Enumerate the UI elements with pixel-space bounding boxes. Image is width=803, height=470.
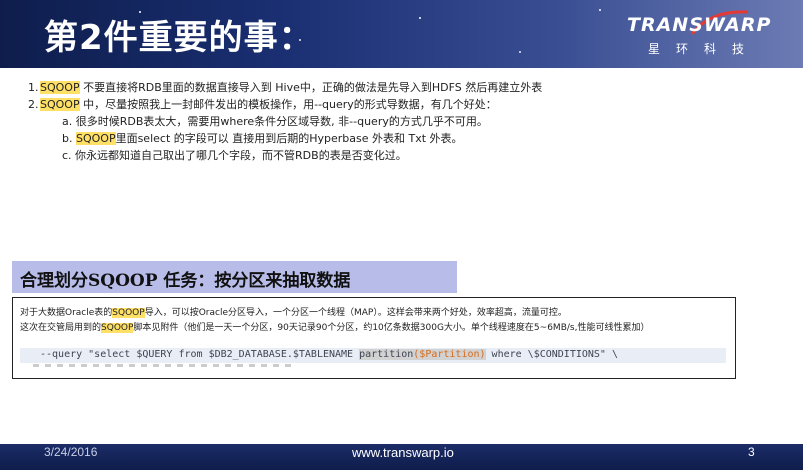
highlighted-term: SQOOP bbox=[101, 323, 134, 333]
code-keyword: partition bbox=[359, 349, 414, 360]
sub-list-item: a. 很多时候RDB表太大，需要用where条件分区域导数, 非--query的… bbox=[62, 115, 488, 128]
slide-title: 第2件重要的事： bbox=[44, 18, 314, 58]
code-variable: ($Partition) bbox=[413, 349, 486, 360]
brand-logo-subtitle: 星环科技 bbox=[648, 42, 761, 56]
highlighted-term: SQOOP bbox=[75, 132, 116, 145]
page-number: 3 bbox=[748, 445, 755, 459]
highlighted-term: SQOOP bbox=[40, 98, 80, 111]
list-item: 2. SQOOP 中，尽量按照我上一封邮件发出的模板操作，用--query的形式导… bbox=[28, 98, 497, 111]
highlighted-term: SQOOP bbox=[40, 81, 80, 94]
footer-url: www.transwarp.io bbox=[352, 445, 454, 460]
sub-list-item: b. SQOOP里面select 的字段可以 直接用到后期的Hyperbase … bbox=[62, 132, 463, 145]
list-item: 1. SQOOP 不要直接将RDB里面的数据直接导入到 Hive中，正确的做法是先… bbox=[28, 81, 543, 94]
section-heading: 合理划分SQOOP 任务：按分区来抽取数据 bbox=[12, 261, 457, 293]
cropped-line-remnant bbox=[33, 364, 293, 367]
key-points-list: 1. SQOOP 不要直接将RDB里面的数据直接导入到 Hive中，正确的做法是先… bbox=[28, 79, 788, 164]
embedded-screenshot: 对于大数据Oracle表的SQOOP导入，可以按Oracle分区导入，一个分区一… bbox=[12, 297, 736, 379]
sub-list-item: c. 你永远都知道自己取出了哪几个字段，而不管RDB的表是否变化过。 bbox=[62, 149, 407, 162]
slide-date: 3/24/2016 bbox=[44, 445, 98, 459]
embed-text-line: 这次在交管局用到的SQOOP脚本见附件（他们是一天一个分区，90天记录90个分区… bbox=[20, 323, 650, 333]
slide-footer: 3/24/2016 www.transwarp.io 3 bbox=[0, 444, 803, 470]
highlighted-term: SQOOP bbox=[112, 308, 145, 318]
embed-text-line: 对于大数据Oracle表的SQOOP导入，可以按Oracle分区导入，一个分区一… bbox=[20, 308, 567, 318]
brand-logo: TRANSWARP bbox=[627, 14, 772, 36]
code-snippet: --query "select $QUERY from $DB2_DATABAS… bbox=[20, 348, 726, 363]
slide-header: 第2件重要的事： TRANSWARP 星环科技 bbox=[0, 0, 803, 68]
